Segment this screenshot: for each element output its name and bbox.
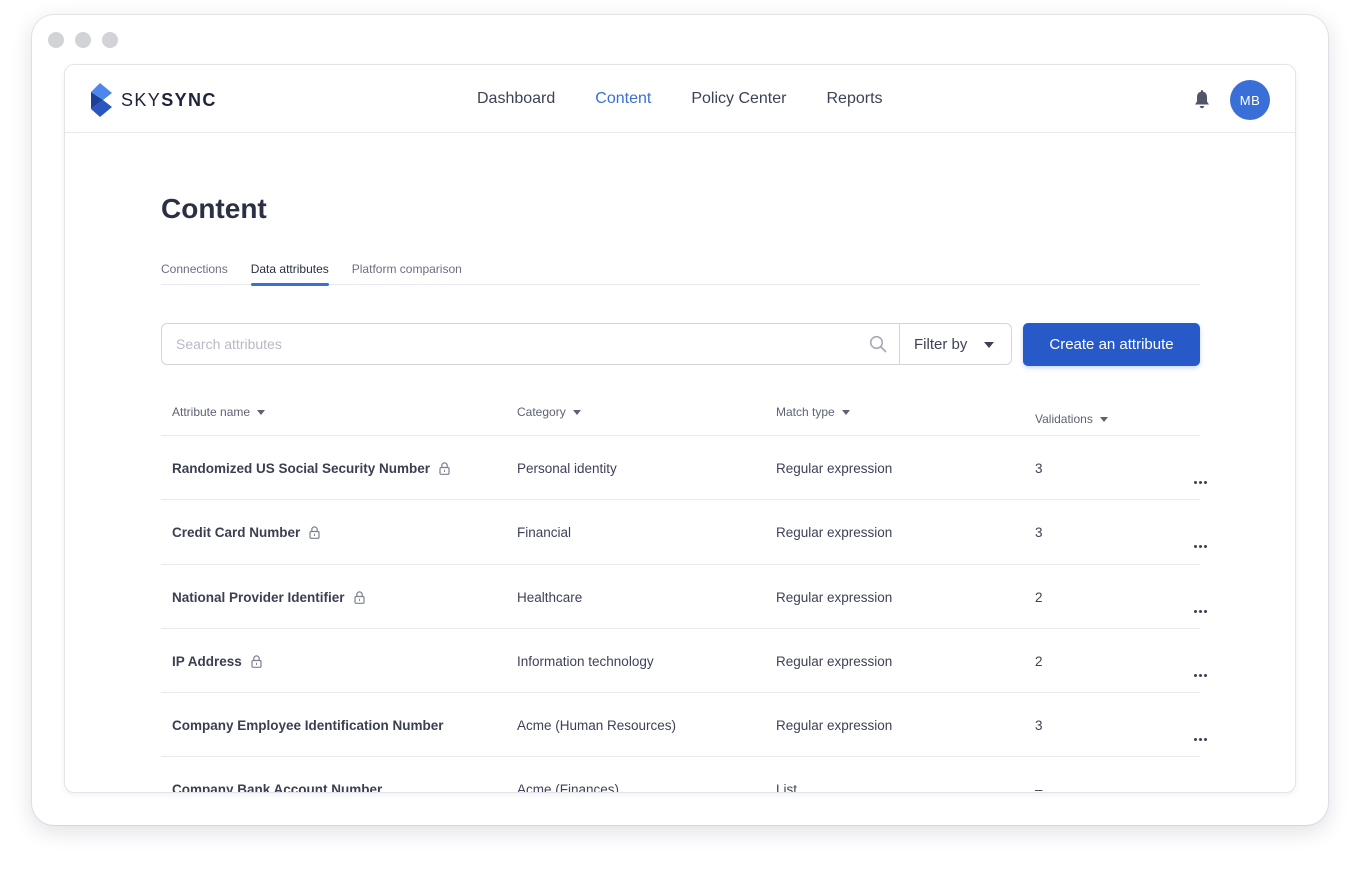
table-row[interactable]: Company Bank Account Number Acme (Financ… (161, 757, 1200, 793)
validations-cell: 2 (1035, 653, 1043, 669)
top-navigation-bar: SKYSYNC Dashboard Content Policy Center … (65, 65, 1295, 133)
minimize-window-dot[interactable] (75, 32, 91, 48)
more-actions-icon[interactable] (1194, 673, 1207, 677)
page-title: Content (161, 193, 267, 224)
attribute-name-cell: Company Bank Account Number (172, 782, 383, 793)
attribute-name: National Provider Identifier (172, 589, 345, 605)
column-label: Validations (1035, 412, 1093, 426)
category-cell: Financial (517, 525, 572, 541)
attribute-name-cell: Company Employee Identification Number (172, 718, 444, 733)
category-cell: Acme (Human Resources) (517, 718, 677, 734)
table-body: Randomized US Social Security Number Per… (161, 436, 1207, 793)
attributes-table: Attribute name Category Match type Valid… (161, 395, 1207, 793)
match-type-cell: Regular expression (776, 718, 893, 734)
validations-cell: 3 (1035, 461, 1043, 476)
table-row[interactable]: Credit Card Number Financial Regular exp… (161, 500, 1207, 565)
column-header-match-type[interactable]: Match type (776, 405, 850, 419)
search-icon[interactable] (869, 335, 887, 353)
search-input[interactable] (176, 324, 856, 364)
lock-icon (309, 526, 320, 540)
match-type-cell: Regular expression (776, 589, 893, 605)
attribute-name-cell: IP Address (172, 654, 262, 669)
create-attribute-button[interactable]: Create an attribute (1023, 323, 1200, 366)
validations-cell: 2 (1035, 589, 1043, 605)
column-header-validations[interactable]: Validations (1035, 412, 1108, 426)
attribute-name-cell: Randomized US Social Security Number (172, 461, 450, 476)
main-nav: Dashboard Content Policy Center Reports (477, 65, 923, 133)
window-controls (48, 32, 118, 48)
category-cell: Personal identity (517, 461, 617, 476)
app-frame: SKYSYNC Dashboard Content Policy Center … (64, 64, 1296, 793)
sort-caret-icon (1099, 416, 1108, 422)
skysync-logo-icon (91, 83, 112, 117)
table-row[interactable]: Company Employee Identification Number A… (161, 693, 1207, 758)
tab-platform-comparison[interactable]: Platform comparison (352, 261, 462, 285)
match-type-cell: Regular expression (776, 653, 893, 669)
tab-connections[interactable]: Connections (161, 261, 228, 285)
attribute-name: Randomized US Social Security Number (172, 461, 431, 476)
nav-policy-center[interactable]: Policy Center (691, 90, 786, 108)
user-avatar[interactable]: MB (1230, 80, 1270, 120)
sort-caret-icon (572, 409, 581, 415)
sort-caret-icon (257, 409, 266, 415)
more-actions-icon[interactable] (1194, 609, 1207, 613)
bell-icon[interactable] (1193, 90, 1211, 110)
table-row[interactable]: IP Address Information technology Regula… (161, 629, 1207, 694)
brand-name: SKYSYNC (121, 89, 217, 110)
lock-icon (251, 655, 262, 668)
match-type-cell: Regular expression (776, 525, 893, 541)
more-actions-icon[interactable] (1194, 545, 1207, 549)
column-label: Attribute name (172, 405, 251, 419)
filter-dropdown[interactable]: Filter by (899, 323, 1012, 365)
column-label: Category (517, 405, 566, 419)
match-type-cell: Regular expression (776, 461, 893, 476)
more-actions-icon[interactable] (1194, 738, 1207, 742)
column-label: Match type (776, 405, 835, 419)
column-header-category[interactable]: Category (517, 405, 581, 419)
tab-data-attributes[interactable]: Data attributes (250, 261, 329, 286)
more-actions-icon[interactable] (1194, 481, 1207, 484)
chevron-down-icon (984, 342, 994, 348)
category-cell: Healthcare (517, 589, 583, 605)
attribute-name: Company Bank Account Number (172, 782, 383, 793)
lock-icon (439, 462, 450, 475)
category-cell: Information technology (517, 653, 654, 669)
validations-cell: 3 (1035, 525, 1043, 541)
validations-cell: – (1035, 782, 1043, 793)
attribute-name-cell: National Provider Identifier (172, 590, 365, 605)
content-tabs: Connections Data attributes Platform com… (161, 261, 1200, 286)
match-type-cell: List (776, 782, 798, 793)
category-cell: Acme (Finances) (517, 782, 620, 793)
table-row[interactable]: National Provider Identifier Healthcare … (161, 565, 1207, 629)
filter-label: Filter by (914, 335, 968, 353)
nav-content[interactable]: Content (595, 90, 651, 108)
search-box (161, 323, 900, 365)
attribute-name: Company Employee Identification Number (172, 718, 444, 734)
logo[interactable]: SKYSYNC (91, 83, 217, 117)
nav-dashboard[interactable]: Dashboard (477, 90, 555, 108)
validations-cell: 3 (1035, 718, 1043, 734)
maximize-window-dot[interactable] (102, 32, 118, 48)
close-window-dot[interactable] (48, 32, 64, 48)
table-row[interactable]: Randomized US Social Security Number Per… (161, 436, 1207, 501)
attribute-name: Credit Card Number (172, 525, 301, 541)
table-header: Attribute name Category Match type Valid… (161, 395, 1200, 436)
nav-reports[interactable]: Reports (826, 90, 882, 108)
lock-icon (353, 590, 365, 604)
sort-caret-icon (841, 409, 850, 415)
attribute-name-cell: Credit Card Number (172, 525, 320, 540)
attribute-name: IP Address (172, 653, 242, 669)
column-header-attribute-name[interactable]: Attribute name (172, 405, 266, 419)
